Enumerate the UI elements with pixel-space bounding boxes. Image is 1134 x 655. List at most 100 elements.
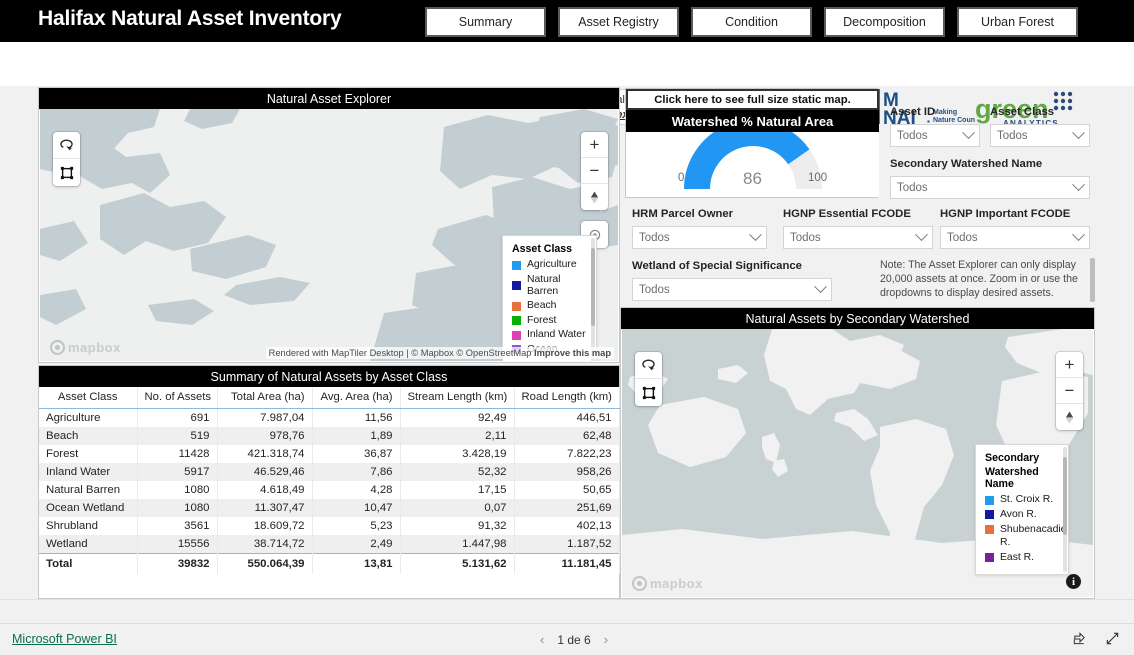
power-bi-report: Halifax Natural Asset Inventory Summary … bbox=[0, 0, 1134, 655]
mapbox-logo: mapbox bbox=[50, 340, 121, 355]
tab-asset-registry-label: Asset Registry bbox=[578, 15, 659, 29]
tab-condition[interactable]: Condition bbox=[691, 7, 812, 37]
cell-total-total-area: 550.064,39 bbox=[217, 553, 313, 574]
cell-total-road-length: 11.181,45 bbox=[514, 553, 620, 574]
col-no-of-assets[interactable]: No. of Assets bbox=[137, 387, 218, 409]
tab-summary[interactable]: Summary bbox=[425, 7, 546, 37]
natural-asset-explorer-map[interactable]: + − Asset Class Agriculture Natural Barr… bbox=[40, 109, 618, 361]
fullscreen-icon bbox=[1106, 632, 1119, 645]
cell-road-length: 958,26 bbox=[514, 463, 620, 481]
map1-zoom-in-button[interactable]: + bbox=[581, 132, 608, 158]
legend-item[interactable]: St. Croix R. bbox=[985, 494, 1059, 506]
legend-item[interactable]: Natural Barren bbox=[512, 274, 587, 298]
cell-no-of-assets: 11428 bbox=[137, 445, 218, 463]
legend-swatch-beach bbox=[512, 301, 521, 311]
improve-this-map-link[interactable]: Improve this map bbox=[534, 348, 611, 358]
footer-actions bbox=[1072, 631, 1120, 651]
legend-swatch-forest bbox=[512, 316, 521, 325]
legend-item[interactable]: Avon R. bbox=[985, 509, 1059, 521]
legend-item[interactable]: Inland Water bbox=[512, 329, 587, 341]
table-header-row: Asset Class No. of Assets Total Area (ha… bbox=[39, 387, 620, 409]
col-total-area[interactable]: Total Area (ha) bbox=[217, 387, 313, 409]
table-row[interactable]: Wetland 15556 38.714,72 2,49 1.447,98 1.… bbox=[39, 535, 620, 554]
legend-item[interactable]: Forest bbox=[512, 315, 587, 327]
cell-asset-class: Wetland bbox=[39, 535, 138, 554]
mapbox-logo-label: mapbox bbox=[68, 340, 121, 355]
asset-explorer-note: Note: The Asset Explorer can only displa… bbox=[880, 259, 1078, 299]
cell-avg-area: 2,49 bbox=[312, 535, 401, 554]
nav-tabs: Summary Asset Registry Condition Decompo… bbox=[425, 7, 1078, 37]
wetland-special-significance-label: Wetland of Special Significance bbox=[632, 260, 802, 272]
cell-avg-area: 36,87 bbox=[312, 445, 401, 463]
cell-no-of-assets: 691 bbox=[137, 408, 218, 427]
tab-decomposition[interactable]: Decomposition bbox=[824, 7, 945, 37]
watershed-map-panel: Natural Assets by Secondary Watershed + … bbox=[620, 307, 1095, 599]
cell-avg-area: 7,86 bbox=[312, 463, 401, 481]
map1-zoom-out-button[interactable]: − bbox=[581, 158, 608, 184]
tab-urban-forest[interactable]: Urban Forest bbox=[957, 7, 1078, 37]
col-asset-class[interactable]: Asset Class bbox=[39, 387, 138, 409]
table-row[interactable]: Inland Water 5917 46.529,46 7,86 52,32 9… bbox=[39, 463, 620, 481]
lasso-select-icon[interactable] bbox=[53, 132, 80, 159]
legend-label: Agriculture bbox=[527, 259, 577, 270]
table-row[interactable]: Forest 11428 421.318,74 36,87 3.428,19 7… bbox=[39, 445, 620, 463]
lasso-select-icon[interactable] bbox=[635, 352, 662, 379]
cell-asset-class: Shrubland bbox=[39, 517, 138, 535]
table-row[interactable]: Agriculture 691 7.987,04 11,56 92,49 446… bbox=[39, 408, 620, 427]
power-bi-brand-link[interactable]: Microsoft Power BI bbox=[12, 632, 117, 646]
cell-avg-area: 10,47 bbox=[312, 499, 401, 517]
wetland-special-significance-dropdown[interactable]: Todos bbox=[632, 278, 832, 301]
map1-compass-button[interactable] bbox=[581, 184, 608, 210]
cell-avg-area: 4,28 bbox=[312, 481, 401, 499]
map2-zoom-in-button[interactable]: + bbox=[1056, 352, 1083, 378]
cell-stream-length: 92,49 bbox=[400, 408, 515, 427]
fullscreen-button[interactable] bbox=[1105, 631, 1120, 651]
legend-item[interactable]: East R. bbox=[985, 552, 1059, 564]
map2-compass-button[interactable] bbox=[1056, 404, 1083, 430]
legend-swatch-st-croix-r bbox=[985, 495, 994, 505]
asset-id-dropdown[interactable]: Todos bbox=[890, 124, 980, 147]
tab-asset-registry[interactable]: Asset Registry bbox=[558, 7, 679, 37]
note-scrollbar[interactable] bbox=[1090, 258, 1095, 302]
cell-total-area: 38.714,72 bbox=[217, 535, 313, 554]
tab-decomposition-label: Decomposition bbox=[843, 15, 926, 29]
next-page-button[interactable]: › bbox=[604, 632, 608, 647]
cell-asset-class: Inland Water bbox=[39, 463, 138, 481]
watershed-map[interactable]: + − Secondary Watershed Name St. Croix R… bbox=[622, 329, 1093, 597]
rectangle-select-icon[interactable] bbox=[635, 379, 662, 406]
chevron-down-icon bbox=[814, 280, 827, 294]
status-bar: − + 83% bbox=[0, 599, 1134, 623]
legend-item[interactable]: Shubenacadie R. bbox=[985, 523, 1066, 549]
asset-class-dropdown[interactable]: Todos bbox=[990, 124, 1090, 147]
col-stream-length[interactable]: Stream Length (km) bbox=[400, 387, 515, 409]
legend-item[interactable]: Beach bbox=[512, 300, 587, 312]
cell-asset-class: Forest bbox=[39, 445, 138, 463]
full-size-static-map-link[interactable]: Click here to see full size static map. bbox=[626, 89, 879, 110]
compass-icon bbox=[1065, 411, 1074, 423]
previous-page-button[interactable]: ‹ bbox=[540, 632, 544, 647]
secondary-watershed-legend-title-line1: Secondary bbox=[985, 452, 1040, 464]
cell-stream-length: 1.447,98 bbox=[400, 535, 515, 554]
col-road-length[interactable]: Road Length (km) bbox=[514, 387, 620, 409]
secondary-watershed-value: Todos bbox=[897, 181, 928, 194]
map2-zoom-out-button[interactable]: − bbox=[1056, 378, 1083, 404]
cell-avg-area: 5,23 bbox=[312, 517, 401, 535]
col-avg-area[interactable]: Avg. Area (ha) bbox=[312, 387, 401, 409]
legend-scrollbar[interactable] bbox=[1063, 447, 1067, 572]
cell-no-of-assets: 3561 bbox=[137, 517, 218, 535]
secondary-watershed-dropdown[interactable]: Todos bbox=[890, 176, 1090, 199]
share-icon bbox=[1073, 632, 1085, 645]
table-row[interactable]: Shrubland 3561 18.609,72 5,23 91,32 402,… bbox=[39, 517, 620, 535]
table-row[interactable]: Natural Barren 1080 4.618,49 4,28 17,15 … bbox=[39, 481, 620, 499]
legend-item[interactable]: Agriculture bbox=[512, 259, 587, 271]
hrm-parcel-owner-dropdown[interactable]: Todos bbox=[632, 226, 767, 249]
cell-total-area: 11.307,47 bbox=[217, 499, 313, 517]
legend-scrollbar[interactable] bbox=[591, 238, 595, 361]
map2-info-button[interactable]: i bbox=[1066, 574, 1081, 589]
share-button[interactable] bbox=[1072, 631, 1087, 651]
table-row[interactable]: Ocean Wetland 1080 11.307,47 10,47 0,07 … bbox=[39, 499, 620, 517]
rectangle-select-icon[interactable] bbox=[53, 159, 80, 186]
hgnp-important-fcode-dropdown[interactable]: Todos bbox=[940, 226, 1090, 249]
table-row[interactable]: Beach 519 978,76 1,89 2,11 62,48 bbox=[39, 427, 620, 445]
hgnp-essential-fcode-dropdown[interactable]: Todos bbox=[783, 226, 933, 249]
